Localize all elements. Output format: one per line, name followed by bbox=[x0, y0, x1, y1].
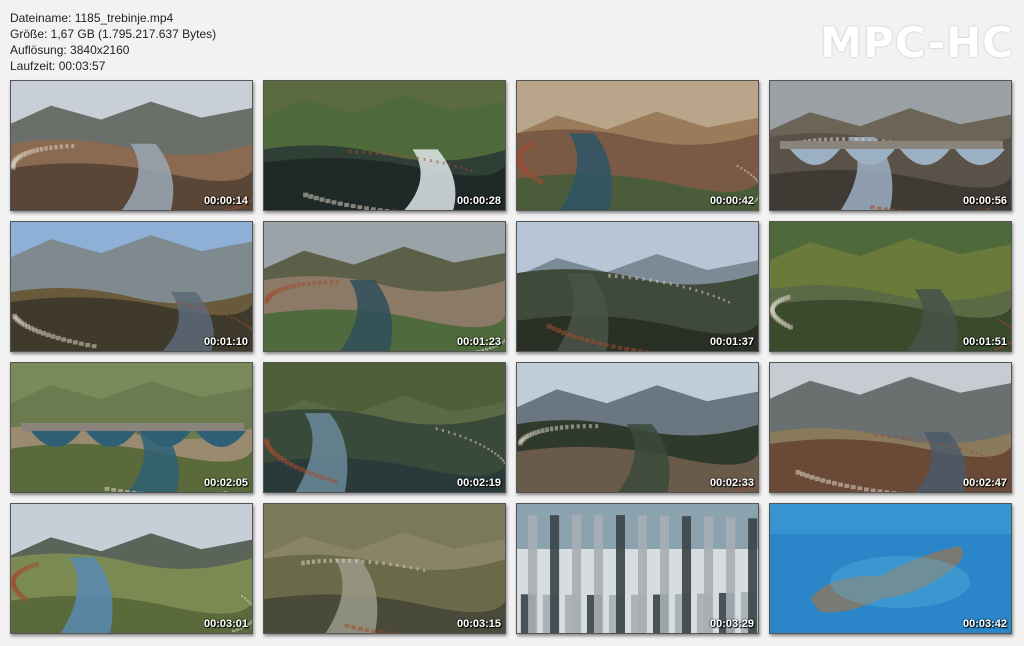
timestamp-label: 00:03:01 bbox=[203, 618, 248, 630]
thumbnail-6[interactable]: 00:01:23 bbox=[263, 221, 506, 352]
timestamp-label: 00:01:51 bbox=[962, 336, 1007, 348]
timestamp-label: 00:01:23 bbox=[456, 336, 501, 348]
thumbnail-image bbox=[517, 81, 758, 210]
thumbnail-image bbox=[517, 363, 758, 492]
thumbnail-12[interactable]: 00:02:47 bbox=[769, 362, 1012, 493]
mpc-hc-logo: MPC-HC bbox=[820, 18, 1014, 67]
timestamp-label: 00:03:42 bbox=[962, 618, 1007, 630]
thumbnail-image bbox=[517, 222, 758, 351]
timestamp-label: 00:03:29 bbox=[709, 618, 754, 630]
thumbnail-image bbox=[264, 504, 505, 633]
thumbnail-image bbox=[517, 504, 758, 633]
thumbnail-image bbox=[11, 222, 252, 351]
timestamp-label: 00:00:42 bbox=[709, 195, 754, 207]
thumbnail-image bbox=[770, 81, 1011, 210]
file-info: Dateiname: 1185_trebinje.mp4 Größe: 1,67… bbox=[10, 10, 216, 74]
thumbnail-11[interactable]: 00:02:33 bbox=[516, 362, 759, 493]
thumbnail-14[interactable]: 00:03:15 bbox=[263, 503, 506, 634]
filename-text: Dateiname: 1185_trebinje.mp4 bbox=[10, 11, 174, 25]
thumbnail-image bbox=[11, 363, 252, 492]
thumbnail-image bbox=[264, 363, 505, 492]
thumbnail-9[interactable]: 00:02:05 bbox=[10, 362, 253, 493]
timestamp-label: 00:02:47 bbox=[962, 477, 1007, 489]
timestamp-label: 00:02:33 bbox=[709, 477, 754, 489]
thumbnail-2[interactable]: 00:00:28 bbox=[263, 80, 506, 211]
thumbnail-5[interactable]: 00:01:10 bbox=[10, 221, 253, 352]
timestamp-label: 00:00:14 bbox=[203, 195, 248, 207]
timestamp-label: 00:03:15 bbox=[456, 618, 501, 630]
thumbnail-image bbox=[770, 363, 1011, 492]
thumbnail-image bbox=[264, 222, 505, 351]
thumbnail-image bbox=[11, 504, 252, 633]
timestamp-label: 00:00:56 bbox=[962, 195, 1007, 207]
timestamp-label: 00:02:05 bbox=[203, 477, 248, 489]
thumbnail-4[interactable]: 00:00:56 bbox=[769, 80, 1012, 211]
timestamp-label: 00:01:37 bbox=[709, 336, 754, 348]
thumbnail-image bbox=[770, 504, 1011, 633]
thumbnail-10[interactable]: 00:02:19 bbox=[263, 362, 506, 493]
timestamp-label: 00:00:28 bbox=[456, 195, 501, 207]
duration-text: Laufzeit: 00:03:57 bbox=[10, 59, 106, 73]
timestamp-label: 00:01:10 bbox=[203, 336, 248, 348]
thumbnail-image bbox=[770, 222, 1011, 351]
thumbnail-13[interactable]: 00:03:01 bbox=[10, 503, 253, 634]
thumbnail-image bbox=[264, 81, 505, 210]
thumbnail-image bbox=[11, 81, 252, 210]
thumbnail-15[interactable]: 00:03:29 bbox=[516, 503, 759, 634]
thumbnail-1[interactable]: 00:00:14 bbox=[10, 80, 253, 211]
thumbnail-8[interactable]: 00:01:51 bbox=[769, 221, 1012, 352]
thumbnail-7[interactable]: 00:01:37 bbox=[516, 221, 759, 352]
resolution-text: Auflösung: 3840x2160 bbox=[10, 43, 130, 57]
timestamp-label: 00:02:19 bbox=[456, 477, 501, 489]
filesize-text: Größe: 1,67 GB (1.795.217.637 Bytes) bbox=[10, 27, 217, 41]
thumbnail-3[interactable]: 00:00:42 bbox=[516, 80, 759, 211]
thumbnail-16[interactable]: 00:03:42 bbox=[769, 503, 1012, 634]
